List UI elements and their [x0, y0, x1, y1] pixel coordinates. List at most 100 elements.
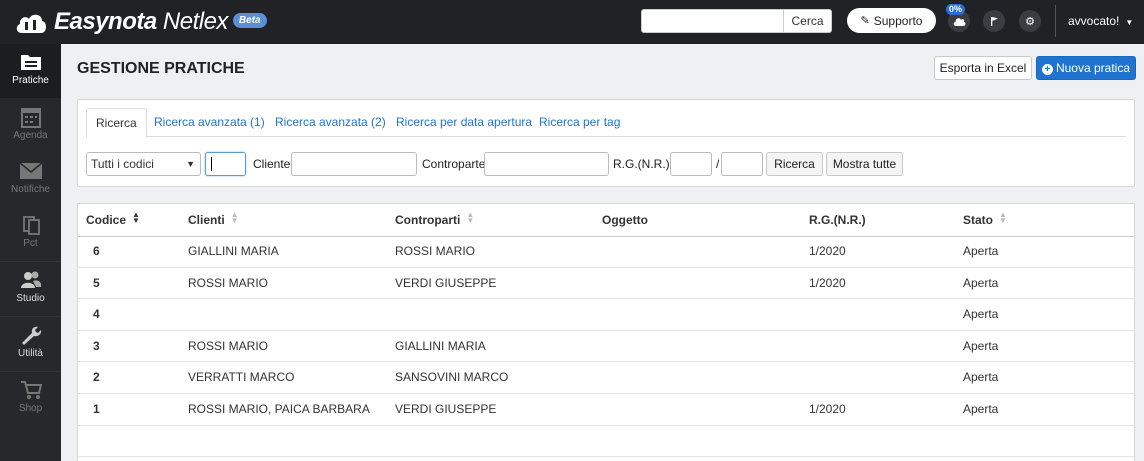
- cell-rg: 1/2020: [809, 244, 846, 258]
- user-menu[interactable]: avvocato! ▼: [1068, 14, 1133, 28]
- sidebar-item-label: Pct: [23, 238, 38, 249]
- controparte-label: Controparte:: [422, 157, 489, 171]
- settings-button[interactable]: ⚙: [1019, 10, 1041, 32]
- caret-down-icon: ▼: [1125, 18, 1134, 27]
- page-title: GESTIONE PRATICHE: [77, 60, 245, 77]
- sidebar-item-label: Studio: [16, 293, 45, 304]
- practices-table: Codice ▲ ▼ Clienti ▲ ▼ Controparti ▲ ▼ Oggetto…: [77, 203, 1135, 461]
- sidebar-item-label: Shop: [18, 403, 43, 414]
- tab-ricerca-avanzata-2[interactable]: Ricerca avanzata (2): [266, 108, 395, 137]
- cell-rg: 1/2020: [809, 275, 846, 290]
- support-label: Supporto: [873, 13, 923, 28]
- cloud-logo-icon: [16, 14, 46, 34]
- cloud-icon: [953, 17, 965, 26]
- new-practice-button[interactable]: + Nuova pratica: [1036, 56, 1136, 80]
- wrench-icon: [21, 326, 41, 345]
- tab-ricerca-tag[interactable]: Ricerca per tag: [530, 108, 629, 137]
- envelope-icon: [19, 162, 42, 179]
- code-select[interactable]: Tutti i codici ▼: [86, 152, 201, 176]
- sidebar-item-studio[interactable]: Studio: [0, 262, 61, 316]
- cliente-input[interactable]: [291, 152, 417, 176]
- cell-codice: 5: [93, 275, 100, 290]
- sidebar-item-notifiche[interactable]: Notifiche: [0, 153, 61, 207]
- sidebar-item-pct[interactable]: Pct: [0, 207, 61, 261]
- text-cursor: [211, 157, 212, 171]
- user-name: avvocato!: [1068, 14, 1120, 28]
- table-row[interactable]: 1 ROSSI MARIO, PAICA BARBARA VERDI GIUSE…: [78, 394, 1134, 426]
- show-all-button[interactable]: Mostra tutte: [826, 152, 903, 176]
- sync-percent-badge: 0%: [946, 4, 966, 15]
- global-search: Cerca: [641, 9, 832, 33]
- cell-stato: Aperta: [963, 244, 999, 258]
- controparte-input[interactable]: [484, 152, 609, 176]
- rg-separator: /: [716, 157, 720, 171]
- column-header-rg: R.G.(N.R.): [809, 213, 866, 227]
- sidebar-item-label: Agenda: [13, 130, 48, 141]
- table-row[interactable]: 2 VERRATTI MARCO SANSOVINI MARCO Aperta: [78, 362, 1134, 394]
- search-tabs: Ricerca Ricerca avanzata (1) Ricerca ava…: [86, 108, 1126, 138]
- table-row[interactable]: 6 GIALLINI MARIA ROSSI MARIO 1/2020 Aper…: [78, 236, 1134, 268]
- column-header-clienti[interactable]: Clienti ▲ ▼: [188, 204, 239, 236]
- rg-label: R.G.(N.R.):: [613, 157, 673, 171]
- column-header-codice[interactable]: Codice ▲ ▼: [86, 204, 140, 236]
- cell-stato: Aperta: [963, 307, 999, 322]
- chevron-down-icon: ▼: [186, 159, 195, 169]
- beta-badge: Beta: [232, 12, 267, 28]
- table-row[interactable]: 4 Aperta: [78, 299, 1134, 331]
- documents-icon: [22, 216, 40, 235]
- rg-number-input[interactable]: [670, 152, 712, 176]
- cell-codice: 3: [93, 338, 100, 353]
- table-row[interactable]: 3 ROSSI MARIO GIALLINI MARIA Aperta: [78, 331, 1134, 363]
- users-icon: [20, 271, 41, 288]
- pencil-icon: ✎: [860, 15, 870, 27]
- cell-codice: 4: [93, 307, 100, 322]
- sort-icon: ▲ ▼: [466, 210, 475, 225]
- global-search-button[interactable]: Cerca: [783, 10, 831, 32]
- cell-controparti: VERDI GIUSEPPE: [395, 275, 497, 290]
- sidebar-item-agenda[interactable]: Agenda: [0, 99, 61, 153]
- cell-clienti: ROSSI MARIO: [188, 275, 269, 290]
- sort-icon: ▲ ▼: [999, 210, 1007, 225]
- sidebar: Pratiche Agenda Notifiche Pct Studio Uti…: [0, 44, 61, 461]
- tab-ricerca[interactable]: Ricerca: [86, 108, 147, 138]
- column-header-label: Stato: [963, 213, 993, 227]
- search-button[interactable]: Ricerca: [766, 152, 823, 176]
- sidebar-item-label: Utilità: [17, 348, 43, 359]
- table-footer-line: [78, 456, 1134, 457]
- cell-stato: Aperta: [963, 338, 999, 353]
- sidebar-item-shop[interactable]: Shop: [0, 372, 61, 426]
- cell-controparti: GIALLINI MARIA: [395, 338, 486, 353]
- cell-controparti: SANSOVINI MARCO: [395, 370, 509, 385]
- support-button[interactable]: ✎ Supporto: [847, 8, 936, 33]
- cell-clienti: ROSSI MARIO, PAICA BARBARA: [188, 402, 370, 416]
- code-input[interactable]: [205, 152, 246, 176]
- sidebar-item-pratiche[interactable]: Pratiche: [0, 44, 61, 98]
- column-header-controparti[interactable]: Controparti ▲ ▼: [395, 204, 474, 236]
- cell-codice: 1: [93, 402, 100, 416]
- column-header-label: Codice: [86, 213, 127, 227]
- global-search-input[interactable]: [642, 10, 783, 32]
- tab-ricerca-data-apertura[interactable]: Ricerca per data apertura: [387, 108, 541, 137]
- top-bar: Easynota Netlex Beta Cerca ✎ Supporto 0%…: [0, 0, 1144, 44]
- topbar-divider: [1055, 5, 1056, 37]
- cell-clienti: GIALLINI MARIA: [188, 244, 279, 258]
- cell-stato: Aperta: [963, 370, 999, 385]
- flag-button[interactable]: [983, 10, 1005, 32]
- flag-icon: [990, 17, 998, 26]
- cell-controparti: VERDI GIUSEPPE: [395, 402, 497, 416]
- cliente-label: Cliente:: [253, 157, 294, 171]
- tab-ricerca-avanzata-1[interactable]: Ricerca avanzata (1): [145, 108, 274, 137]
- column-header-label: Clienti: [188, 213, 225, 227]
- sidebar-item-utilita[interactable]: Utilità: [0, 317, 61, 371]
- sort-icon: ▲ ▼: [230, 210, 239, 225]
- sidebar-item-label: Notifiche: [11, 184, 50, 195]
- cell-rg: 1/2020: [809, 402, 846, 416]
- cell-codice: 2: [93, 370, 100, 385]
- export-excel-button[interactable]: Esporta in Excel: [934, 56, 1032, 80]
- table-row[interactable]: 5 ROSSI MARIO VERDI GIUSEPPE 1/2020 Aper…: [78, 268, 1134, 300]
- calendar-icon: [20, 108, 41, 128]
- logo[interactable]: Easynota Netlex Beta: [14, 8, 267, 36]
- rg-year-input[interactable]: [721, 152, 763, 176]
- column-header-stato[interactable]: Stato ▲ ▼: [963, 204, 1007, 236]
- folder-icon: [20, 55, 41, 70]
